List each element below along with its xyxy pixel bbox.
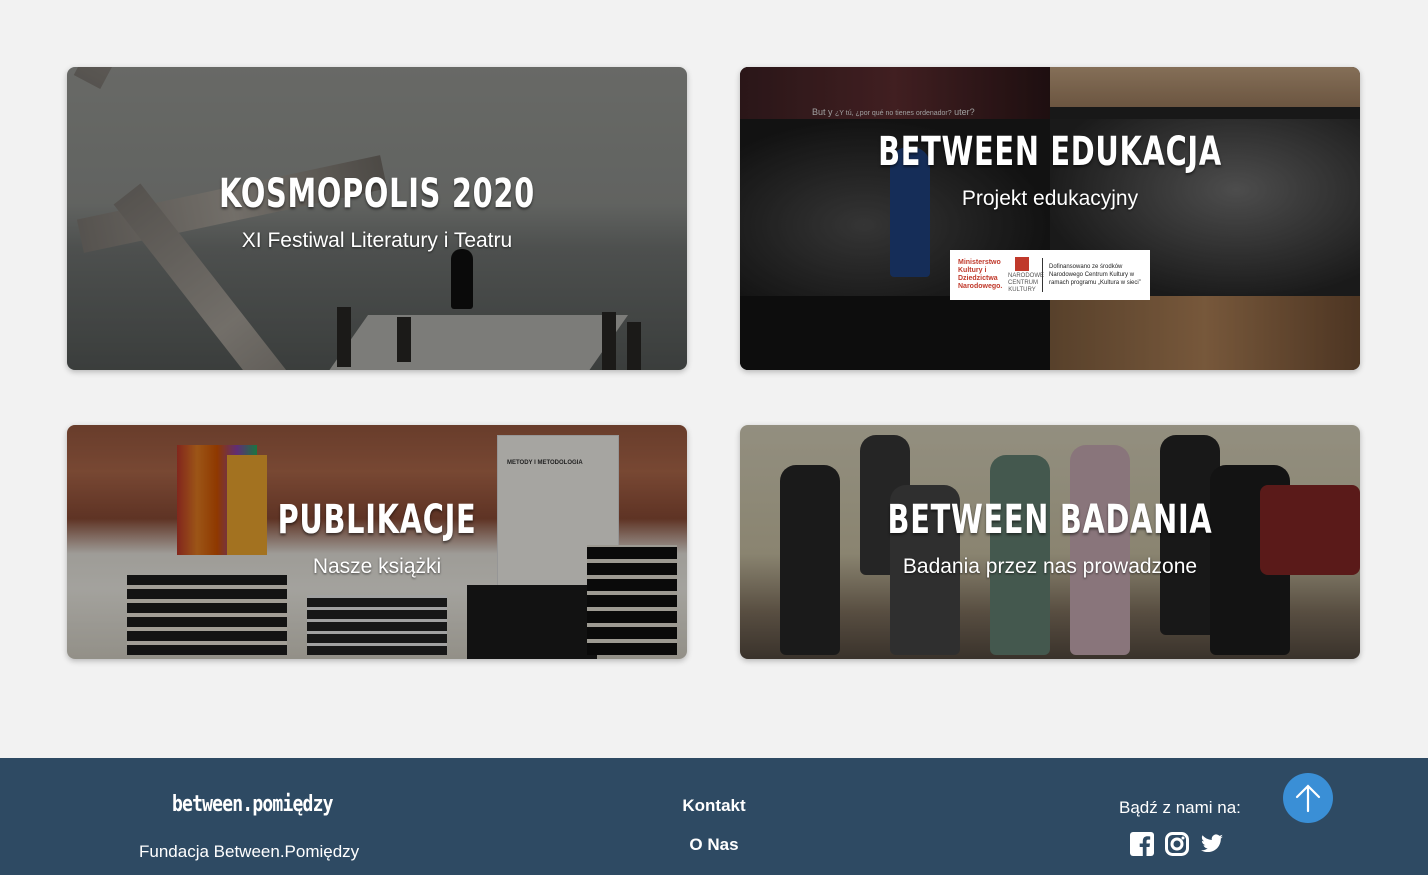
footer-links: Kontakt O Nas: [614, 796, 814, 874]
twitter-icon[interactable]: [1200, 832, 1224, 856]
card-title: BETWEEN EDUKACJA: [878, 129, 1222, 175]
ministry-logo: Ministerstwo Kultury i Dziedzictwa Narod…: [958, 259, 1003, 290]
sponsor-logo-box: Ministerstwo Kultury i Dziedzictwa Narod…: [950, 250, 1150, 300]
social-label: Bądź z nami na:: [1119, 798, 1241, 817]
arrow-up-icon: [1295, 784, 1321, 813]
card-publikacje[interactable]: METODY I METODOLOGIA PUBLIKACJE Nasze ks…: [67, 425, 687, 659]
card-subtitle: Projekt edukacyjny: [961, 187, 1139, 210]
instagram-icon[interactable]: [1165, 832, 1189, 856]
social-icons: [1130, 832, 1224, 856]
card-title: BETWEEN BADANIA: [887, 497, 1213, 543]
card-title: KOSMOPOLIS 2020: [219, 171, 535, 217]
nck-logo: NARODOWE CENTRUM KULTURY: [1008, 256, 1044, 294]
card-between-edukacja[interactable]: But y ¿Y tú, ¿por qué no tienes ordenado…: [740, 67, 1360, 370]
footer-org-name: Fundacja Between.Pomiędzy: [139, 842, 360, 861]
card-title: PUBLIKACJE: [277, 497, 477, 543]
card-subtitle: XI Festiwal Literatury i Teatru: [241, 229, 513, 252]
sponsor-text: Dofinansowano ze środków Narodowego Cent…: [1049, 264, 1141, 286]
footer-link-o-nas[interactable]: O Nas: [614, 835, 814, 855]
scroll-to-top-button[interactable]: [1283, 773, 1333, 823]
card-between-badania[interactable]: BETWEEN BADANIA Badania przez nas prowad…: [740, 425, 1360, 659]
footer-logo[interactable]: between.pomiędzy: [172, 792, 333, 817]
card-subtitle: Nasze książki: [312, 555, 442, 578]
footer-link-kontakt[interactable]: Kontakt: [614, 796, 814, 816]
card-kosmopolis[interactable]: KOSMOPOLIS 2020 XI Festiwal Literatury i…: [67, 67, 687, 370]
footer: between.pomiędzy Fundacja Between.Pomięd…: [0, 758, 1428, 875]
facebook-icon[interactable]: [1130, 832, 1154, 856]
card-subtitle: Badania przez nas prowadzone: [902, 555, 1198, 578]
